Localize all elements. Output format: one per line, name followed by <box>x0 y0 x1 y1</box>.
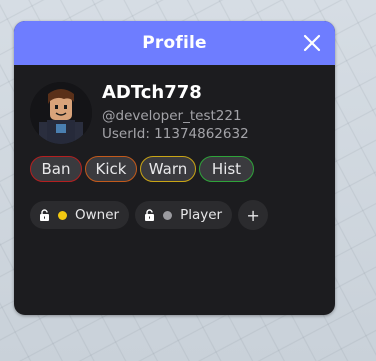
role-label: Owner <box>75 207 120 223</box>
add-role-button[interactable]: + <box>238 200 269 230</box>
user-info: ADTch778 @developer_test221 UserId: 1137… <box>102 82 249 143</box>
kick-button[interactable]: Kick <box>85 156 137 182</box>
role-owner[interactable]: Owner <box>30 201 130 229</box>
lock-icon <box>145 209 155 221</box>
panel-header: Profile <box>14 21 335 65</box>
user-id: UserId: 11374862632 <box>102 125 249 143</box>
profile-panel: Profile ADTch778 @developer_test221 User… <box>14 21 335 315</box>
username: @developer_test221 <box>102 108 242 124</box>
moderation-actions: Ban Kick Warn Hist <box>30 156 254 182</box>
display-name: ADTch778 <box>102 82 202 103</box>
panel-title: Profile <box>142 33 207 53</box>
role-player[interactable]: Player <box>135 201 233 229</box>
close-icon[interactable] <box>301 32 323 54</box>
user-id-label: UserId: <box>102 126 155 142</box>
ban-button[interactable]: Ban <box>30 156 82 182</box>
avatar <box>30 82 92 144</box>
role-color-dot <box>163 210 173 220</box>
role-list: Owner Player + <box>30 200 269 230</box>
role-label: Player <box>180 207 223 223</box>
role-color-dot <box>58 210 67 220</box>
history-button[interactable]: Hist <box>199 156 254 182</box>
warn-button[interactable]: Warn <box>140 156 196 182</box>
user-id-value: 11374862632 <box>154 126 249 142</box>
profile-summary: ADTch778 @developer_test221 UserId: 1137… <box>30 80 249 144</box>
game-viewport: Profile ADTch778 @developer_test221 User… <box>0 0 376 361</box>
lock-icon <box>40 209 49 221</box>
avatar-image <box>30 82 92 144</box>
